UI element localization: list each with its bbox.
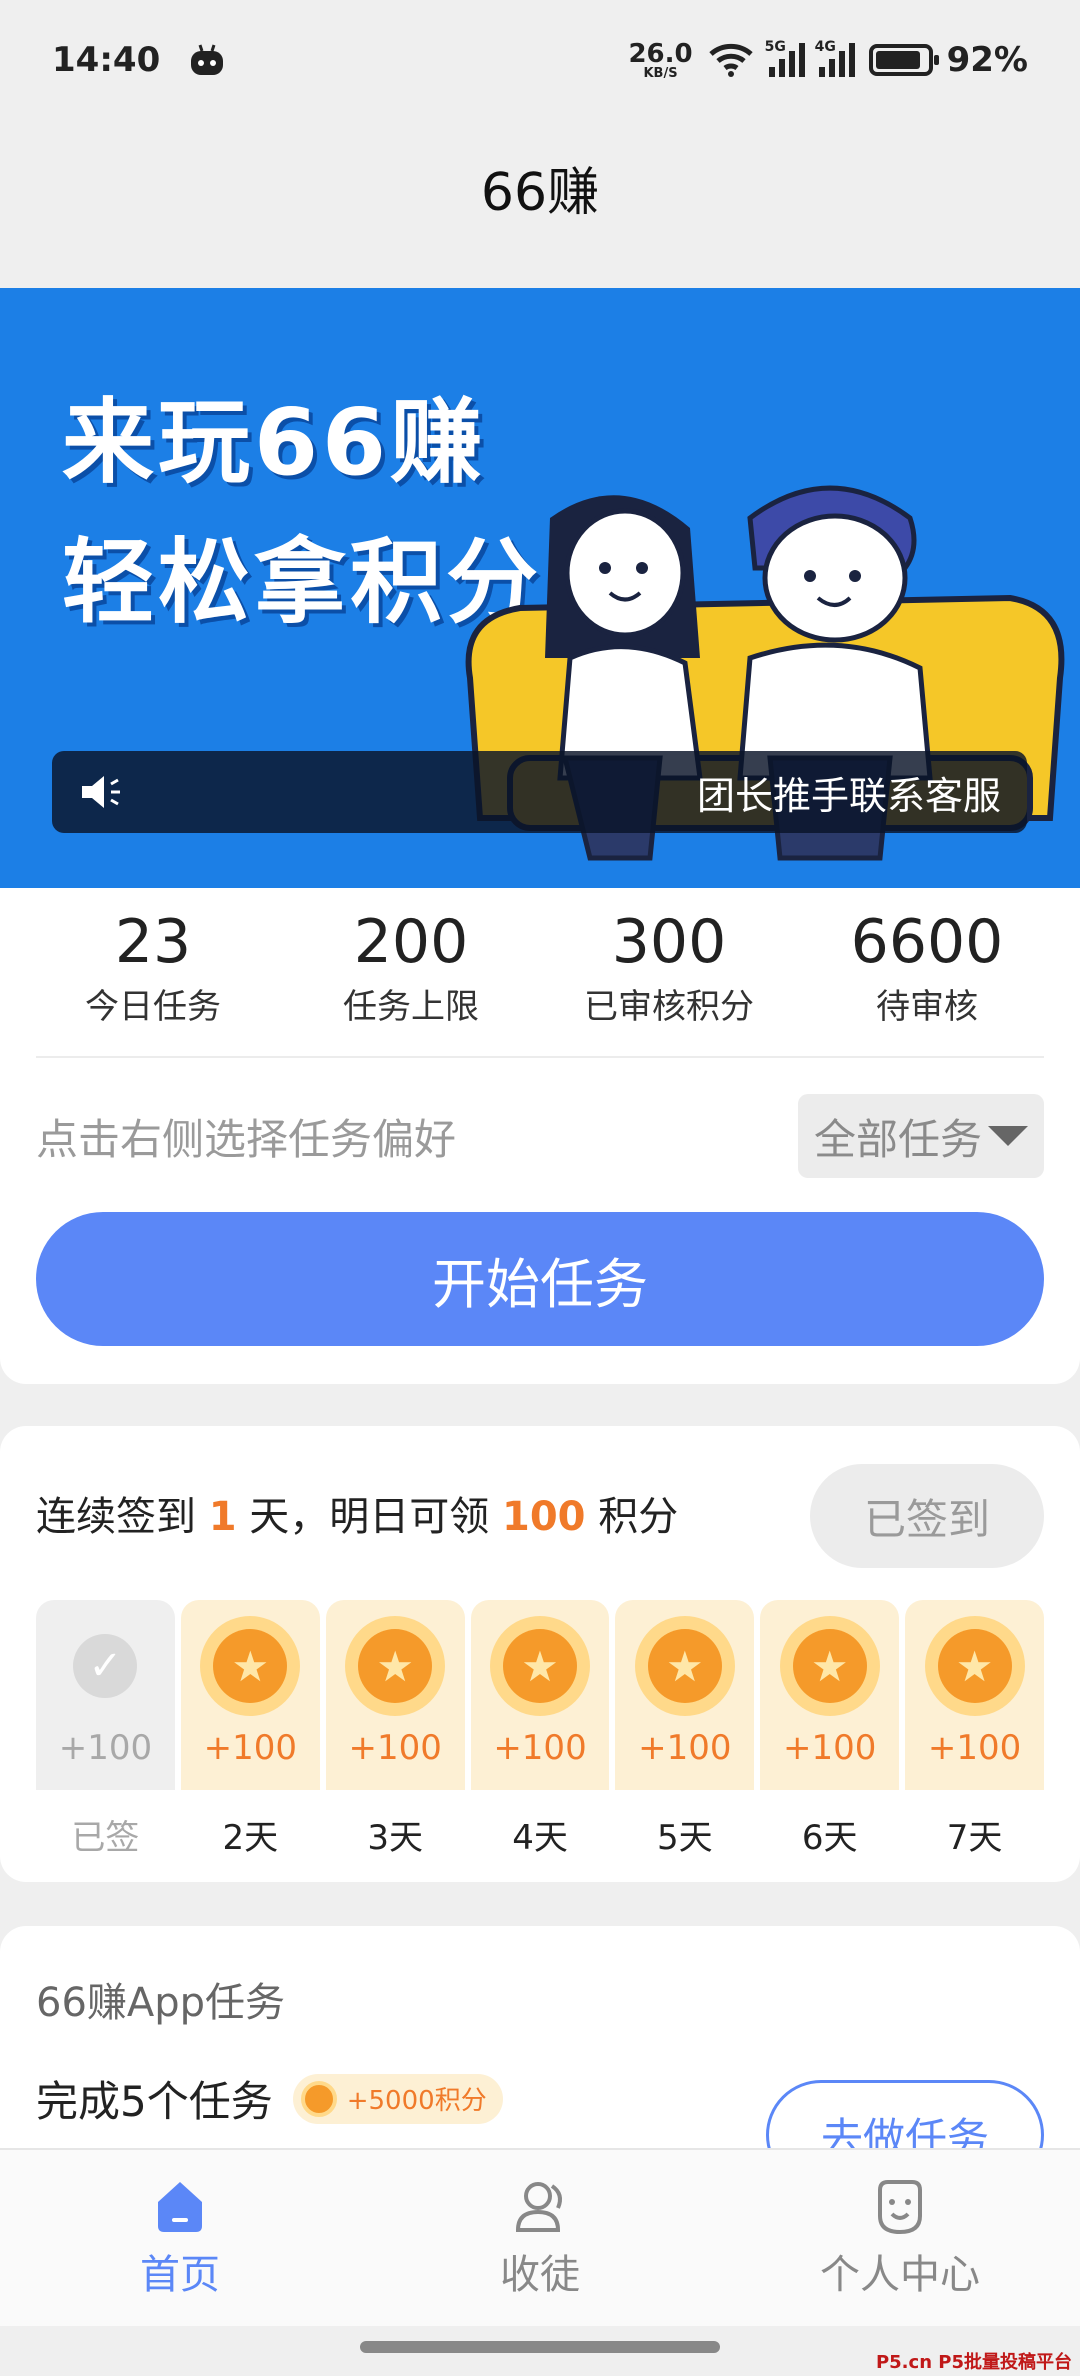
stat-task-limit: 200 任务上限 [282, 888, 540, 1048]
stat-label: 待审核 [876, 986, 978, 1027]
signin-card: 连续签到 1 天，明日可领 100 积分 已签到 ✓ +100 已签 ★ +10… [0, 1426, 1080, 1882]
signin-day-6[interactable]: ★ +100 6天 [760, 1600, 900, 1859]
divider [36, 1056, 1044, 1058]
day-label: 6天 [801, 1818, 858, 1858]
day-label: 4天 [512, 1818, 568, 1858]
robot-icon [191, 44, 224, 75]
reward-text: +5000积分 [346, 2086, 487, 2116]
person-icon [515, 2182, 562, 2232]
stats-card: 23 今日任务 200 任务上限 300 已审核积分 6600 待审核 点击右侧… [0, 888, 1080, 1384]
star-coin-icon: ★ [358, 1629, 433, 1703]
day-label: 7天 [946, 1818, 1003, 1858]
day-points: +100 [927, 1728, 1022, 1768]
signin-day-5[interactable]: ★ +100 5天 [615, 1600, 755, 1859]
day-label: 2天 [222, 1818, 279, 1858]
signin-day-2[interactable]: ★ +100 2天 [180, 1600, 320, 1859]
stats-row: 23 今日任务 200 任务上限 300 已审核积分 6600 待审核 [0, 888, 1080, 1048]
preference-selected: 全部任务 [813, 1114, 982, 1164]
bottom-nav: 首页 收徒 个人中心 [0, 2148, 1080, 2326]
stat-pending-review: 6600 待审核 [798, 888, 1056, 1048]
start-task-button[interactable]: 开始任务 [36, 1212, 1044, 1346]
task-section-title: 66赚App任务 [36, 1980, 286, 2026]
day-points: +100 [493, 1728, 587, 1768]
wifi-icon [708, 43, 753, 77]
nav-label: 收徒 [500, 2252, 580, 2298]
nav-label: 个人中心 [820, 2252, 980, 2298]
nav-item-apprentice[interactable]: 收徒 [360, 2150, 720, 2326]
home-indicator[interactable] [360, 2341, 720, 2353]
signin-day-4[interactable]: ★ +100 4天 [470, 1600, 610, 1859]
check-icon: ✓ [73, 1634, 138, 1698]
day-points: +100 [638, 1728, 732, 1768]
star-coin-icon: ★ [792, 1629, 867, 1703]
signin-day-7[interactable]: ★ +100 7天 [905, 1600, 1045, 1859]
battery-icon [868, 44, 939, 76]
signin-tomorrow-points: 100 [502, 1494, 586, 1540]
day-label: 5天 [657, 1818, 713, 1858]
status-time: 14:40 [52, 40, 161, 80]
reward-badge: +5000积分 [292, 2073, 503, 2124]
stat-label: 已审核积分 [584, 986, 754, 1027]
star-coin-icon: ★ [937, 1629, 1012, 1703]
day-label: 已签 [71, 1818, 140, 1858]
nav-label: 首页 [140, 2252, 220, 2298]
signin-day-1[interactable]: ✓ +100 已签 [36, 1600, 175, 1859]
banner-headline: 来玩66赚 [62, 389, 487, 496]
face-icon [878, 2180, 922, 2235]
signin-summary: 连续签到 1 天，明日可领 100 积分 [36, 1494, 679, 1540]
task-preference-row: 点击右侧选择任务偏好 全部任务 [0, 1078, 1080, 1194]
signal-5g-icon: 5G [765, 39, 805, 77]
promo-banner[interactable]: 来玩66赚 轻松拿积分 团长推手联系客服 [0, 288, 1080, 888]
page-title: 66赚 [480, 163, 600, 223]
day-label: 3天 [367, 1818, 423, 1858]
day-points: +100 [58, 1728, 153, 1768]
signin-day-3[interactable]: ★ +100 3天 [325, 1600, 465, 1859]
nav-item-profile[interactable]: 个人中心 [720, 2150, 1080, 2326]
task-name: 完成5个任务 [36, 2077, 273, 2126]
star-coin-icon: ★ [503, 1629, 577, 1703]
nav-item-home[interactable]: 首页 [0, 2150, 360, 2326]
signed-in-button[interactable]: 已签到 [810, 1464, 1044, 1568]
task-item: 完成5个任务 +5000积分 [36, 2068, 503, 2129]
stat-today-tasks: 23 今日任务 [24, 888, 282, 1048]
stat-approved-points: 300 已审核积分 [540, 888, 798, 1048]
day-points: +100 [783, 1728, 877, 1768]
watermark: P5.cn P5批量投稿平台 [875, 2352, 1072, 2373]
signal-4g-icon: 4G [815, 39, 855, 77]
notice-bar[interactable]: 团长推手联系客服 [52, 751, 1027, 833]
stat-label: 今日任务 [85, 986, 221, 1027]
home-icon [158, 2182, 202, 2232]
speaker-icon [82, 776, 120, 808]
day-points: +100 [348, 1728, 442, 1768]
preference-hint: 点击右侧选择任务偏好 [36, 1114, 457, 1164]
status-bar: 14:40 26.0 KB/S 5G 4G 92% [0, 0, 1080, 120]
stat-value: 23 [114, 906, 192, 977]
signin-days-row: ✓ +100 已签 ★ +100 2天 ★ +100 3天 ★ +100 4天 [36, 1600, 1045, 1859]
net-speed: 26.0 KB/S [628, 38, 693, 81]
star-coin-icon: ★ [213, 1629, 288, 1703]
stat-label: 任务上限 [343, 986, 479, 1027]
caret-down-icon [988, 1126, 1028, 1146]
stat-value: 200 [353, 906, 469, 977]
coin-icon [300, 2080, 337, 2117]
stat-value: 300 [611, 906, 727, 977]
stat-value: 6600 [850, 906, 1004, 977]
signin-streak-days: 1 [208, 1494, 237, 1540]
notice-text: 团长推手联系客服 [696, 773, 1001, 818]
task-preference-select[interactable]: 全部任务 [797, 1094, 1044, 1178]
battery-level: 92% [946, 40, 1028, 80]
day-points: +100 [203, 1728, 297, 1768]
star-coin-icon: ★ [647, 1629, 722, 1703]
